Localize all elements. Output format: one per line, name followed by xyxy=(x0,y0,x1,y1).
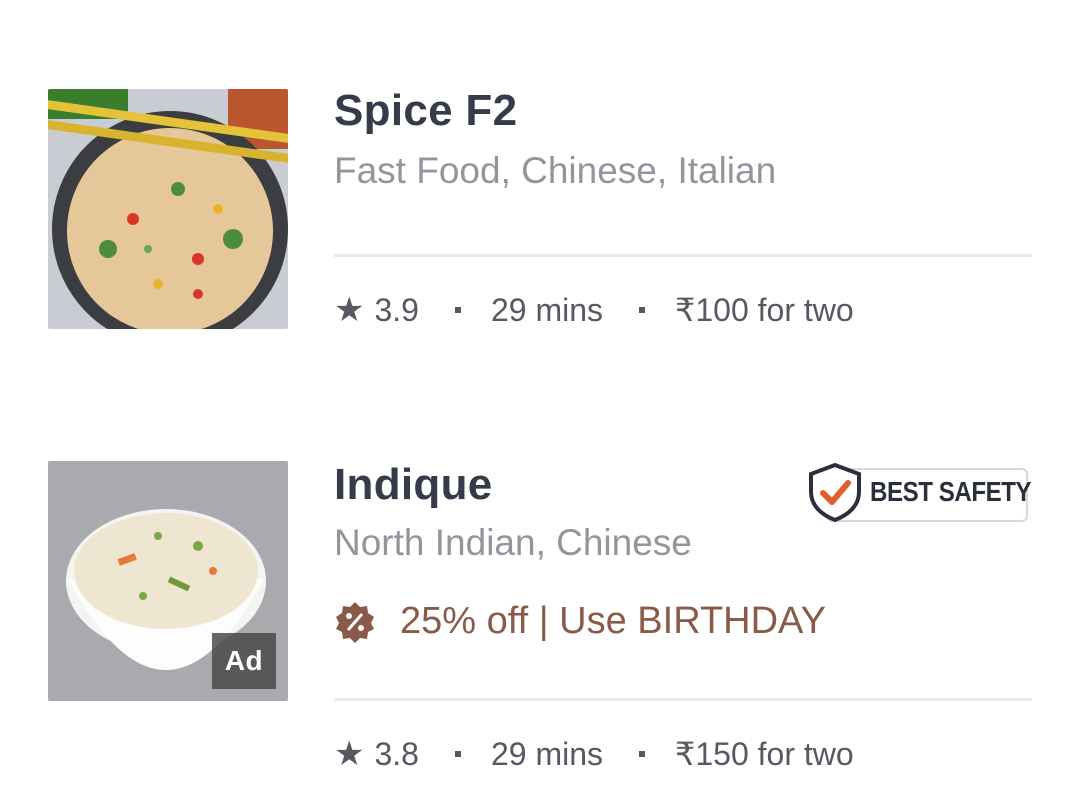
shield-check-icon xyxy=(809,462,861,522)
offer-text: 25% off | Use BIRTHDAY xyxy=(400,600,826,642)
rating-value: 3.9 xyxy=(374,291,419,328)
separator-dot xyxy=(639,307,646,313)
ad-label: Ad xyxy=(212,633,276,689)
restaurant-image[interactable]: Ad xyxy=(48,461,288,701)
separator-dot xyxy=(454,751,461,757)
price-for-two: ₹100 for two xyxy=(675,292,854,328)
restaurant-card[interactable]: Spice F2 Fast Food, Chinese, Italian ★ 3… xyxy=(0,0,1080,400)
delivery-time: 29 mins xyxy=(490,291,604,328)
discount-badge-icon xyxy=(336,601,374,643)
restaurant-meta: ★ 3.9 29 mins ₹100 for two xyxy=(334,290,854,330)
price-for-two: ₹150 for two xyxy=(675,736,854,772)
restaurant-image[interactable] xyxy=(48,89,288,329)
best-safety-label: BEST SAFETY xyxy=(870,476,1032,507)
restaurant-cuisines: Fast Food, Chinese, Italian xyxy=(334,150,777,191)
divider xyxy=(334,254,1032,257)
star-icon: ★ xyxy=(334,735,365,773)
best-safety-badge: BEST SAFETY xyxy=(806,462,1032,522)
rating-value: 3.8 xyxy=(374,735,419,772)
restaurant-name[interactable]: Spice F2 xyxy=(334,86,517,136)
restaurant-name[interactable]: Indique xyxy=(334,460,493,510)
separator-dot xyxy=(454,307,461,313)
delivery-time: 29 mins xyxy=(490,735,604,772)
separator-dot xyxy=(639,751,646,757)
restaurant-cuisines: North Indian, Chinese xyxy=(334,522,692,563)
restaurant-meta: ★ 3.8 29 mins ₹150 for two xyxy=(334,734,854,774)
offer-row: 25% off | Use BIRTHDAY xyxy=(334,600,826,643)
restaurant-card[interactable]: Ad Indique BEST SAFETY North Indian, Chi… xyxy=(0,400,1080,808)
divider xyxy=(334,698,1032,701)
fried-rice-image xyxy=(48,89,288,329)
star-icon: ★ xyxy=(334,291,365,329)
